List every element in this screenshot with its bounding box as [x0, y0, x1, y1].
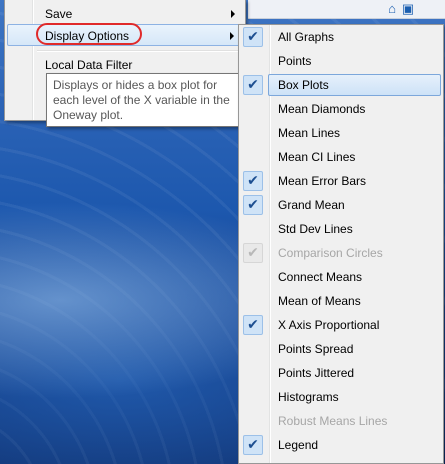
- submenu-item-label: Mean of Means: [278, 294, 361, 308]
- menu-separator: [37, 50, 242, 52]
- checkmark-icon: ✔: [243, 195, 263, 215]
- submenu-item-box-plots[interactable]: ✔ Box Plots: [241, 74, 441, 96]
- annotation-circle: [36, 23, 142, 45]
- submenu-item-label: Box Plots: [278, 78, 329, 92]
- submenu-item-mean-of-means[interactable]: Mean of Means: [241, 290, 441, 312]
- submenu-item-label: Histograms: [278, 390, 339, 404]
- submenu-item-label: Legend: [278, 438, 319, 452]
- submenu-item-mean-lines[interactable]: Mean Lines: [241, 122, 441, 144]
- submenu-item-comparison-circles: ✔ Comparison Circles: [241, 242, 441, 264]
- checkmark-icon: ✔: [243, 315, 263, 335]
- display-options-submenu: ✔ All Graphs Points ✔ Box Plots Mean Diamonds…: [238, 24, 444, 464]
- submenu-item-legend[interactable]: ✔ Legend: [241, 434, 441, 456]
- submenu-item-robust-means-lines: Robust Means Lines: [241, 410, 441, 432]
- submenu-item-label: Robust Means Lines: [278, 414, 388, 428]
- home-icon[interactable]: ⌂: [385, 2, 399, 16]
- menu-item-save[interactable]: Save: [7, 3, 241, 25]
- submenu-item-points-spread[interactable]: Points Spread: [241, 338, 441, 360]
- submenu-item-label: Std Dev Lines: [278, 222, 353, 236]
- submenu-arrow-icon: [231, 10, 235, 18]
- submenu-item-mean-ci-lines[interactable]: Mean CI Lines: [241, 146, 441, 168]
- submenu-item-points[interactable]: Points: [241, 50, 441, 72]
- submenu-item-mean-error-bars[interactable]: ✔ Mean Error Bars: [241, 170, 441, 192]
- checkmark-icon: ✔: [243, 243, 263, 263]
- submenu-item-label: Grand Mean: [278, 198, 345, 212]
- submenu-item-all-graphs[interactable]: ✔ All Graphs: [241, 26, 441, 48]
- submenu-item-label: Points: [278, 54, 312, 68]
- submenu-item-label: Points Jittered: [278, 366, 355, 380]
- menu-item-label: Save: [45, 7, 73, 21]
- submenu-arrow-icon: [230, 32, 234, 40]
- submenu-item-label: Mean CI Lines: [278, 150, 356, 164]
- submenu-item-label: Points Spread: [278, 342, 354, 356]
- checkmark-icon: ✔: [243, 435, 263, 455]
- submenu-item-label: Mean Lines: [278, 126, 341, 140]
- submenu-item-mean-diamonds[interactable]: Mean Diamonds: [241, 98, 441, 120]
- checkmark-icon: ✔: [243, 171, 263, 191]
- window-icon[interactable]: ▣: [401, 2, 415, 16]
- top-toolbar: ⌂ ▣: [248, 0, 445, 19]
- submenu-item-label: X Axis Proportional: [278, 318, 380, 332]
- submenu-item-connect-means[interactable]: Connect Means: [241, 266, 441, 288]
- submenu-item-label: Mean Error Bars: [278, 174, 367, 188]
- submenu-item-label: Mean Diamonds: [278, 102, 366, 116]
- submenu-item-label: Comparison Circles: [278, 246, 383, 260]
- submenu-item-label: Connect Means: [278, 270, 363, 284]
- checkmark-icon: ✔: [243, 75, 263, 95]
- submenu-item-grand-mean[interactable]: ✔ Grand Mean: [241, 194, 441, 216]
- submenu-item-std-dev-lines[interactable]: Std Dev Lines: [241, 218, 441, 240]
- submenu-item-histograms[interactable]: Histograms: [241, 386, 441, 408]
- submenu-item-points-jittered[interactable]: Points Jittered: [241, 362, 441, 384]
- checkmark-icon: ✔: [243, 27, 263, 47]
- submenu-item-label: All Graphs: [278, 30, 335, 44]
- submenu-item-x-axis-proportional[interactable]: ✔ X Axis Proportional: [241, 314, 441, 336]
- tooltip: Displays or hides a box plot for each le…: [46, 73, 247, 127]
